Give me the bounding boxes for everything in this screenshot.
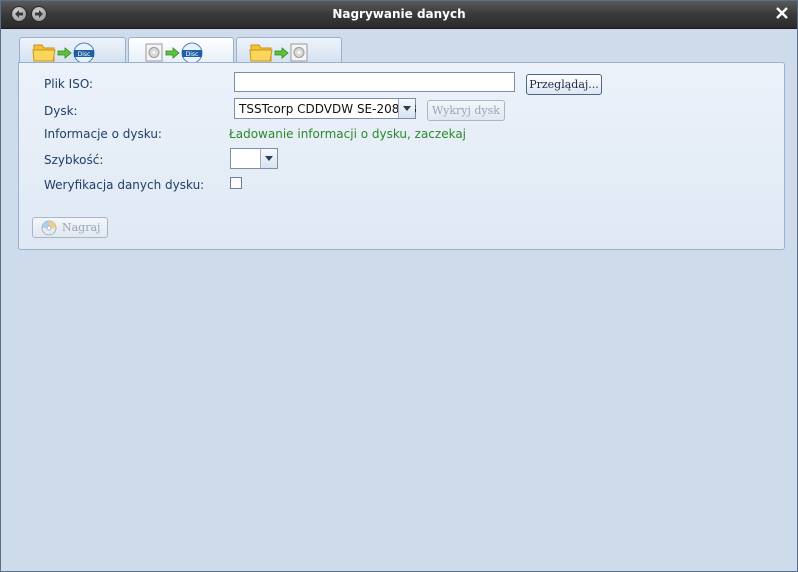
burn-button[interactable]: Nagraj bbox=[32, 217, 108, 238]
close-icon bbox=[776, 7, 788, 19]
speed-dropdown-arrow[interactable] bbox=[260, 149, 277, 168]
verify-checkbox[interactable] bbox=[230, 177, 242, 189]
iso-file-input[interactable] bbox=[234, 72, 515, 92]
disc-burn-icon bbox=[41, 220, 57, 236]
disk-dropdown-arrow[interactable] bbox=[398, 99, 415, 118]
window-title: Nagrywanie danych bbox=[332, 7, 466, 21]
disk-select[interactable]: TSSTcorp CDDVDW SE-208DB bbox=[234, 98, 417, 119]
chevron-down-icon bbox=[403, 106, 411, 111]
disc-to-disc-icon: Disc bbox=[145, 42, 203, 63]
disk-info-status: Ładowanie informacji o dysku, zaczekaj bbox=[229, 127, 467, 141]
tab-image-to-disc[interactable]: Disc bbox=[128, 37, 234, 64]
speed-select[interactable] bbox=[230, 148, 278, 169]
speed-label: Szybkość: bbox=[44, 153, 104, 167]
disk-label: Dysk: bbox=[44, 104, 78, 118]
burn-button-label: Nagraj bbox=[62, 221, 101, 234]
tab-files-to-disc[interactable]: Disc bbox=[19, 37, 126, 63]
chevron-down-icon bbox=[265, 156, 273, 161]
iso-file-label: Plik ISO: bbox=[44, 77, 94, 91]
folder-to-disc-icon: Disc bbox=[32, 42, 95, 63]
close-button[interactable] bbox=[775, 6, 789, 20]
tab-files-to-image[interactable] bbox=[236, 37, 342, 62]
svg-text:Disc: Disc bbox=[186, 51, 199, 58]
browse-button[interactable]: Przeglądaj... bbox=[526, 74, 602, 95]
title-bar: Nagrywanie danych bbox=[1, 1, 797, 29]
folder-to-image-icon bbox=[249, 43, 308, 62]
burn-settings-panel: Plik ISO: Przeglądaj... Dysk: TSSTcorp C… bbox=[18, 62, 785, 250]
disk-select-value: TSSTcorp CDDVDW SE-208DB bbox=[239, 102, 417, 116]
disk-info-label: Informacje o dysku: bbox=[44, 127, 162, 141]
app-window: Nagrywanie danych Disc Disc Plik ISO: Pr… bbox=[0, 0, 798, 572]
verify-label: Weryfikacja danych dysku: bbox=[44, 178, 205, 192]
svg-text:Disc: Disc bbox=[78, 51, 91, 58]
eject-disk-button[interactable]: Wykryj dysk bbox=[427, 100, 505, 121]
